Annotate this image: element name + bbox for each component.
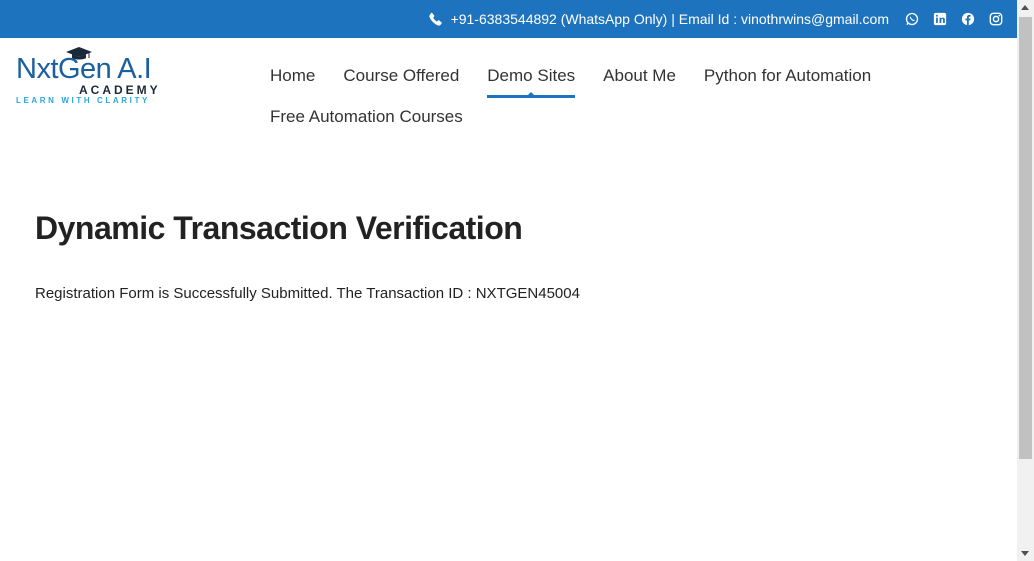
site-logo[interactable]: NxtGen A.I ACADEMY LEARN WITH CLARITY xyxy=(16,47,176,106)
page-title: Dynamic Transaction Verification xyxy=(35,210,523,246)
scroll-down-arrow[interactable] xyxy=(1021,551,1029,556)
social-links xyxy=(905,12,1003,26)
vertical-scrollbar[interactable] xyxy=(1017,0,1034,561)
nav-item-python-for-automation[interactable]: Python for Automation xyxy=(690,58,885,93)
nav-item-demo-sites[interactable]: Demo Sites xyxy=(473,58,589,98)
phone-icon xyxy=(428,12,443,26)
contact-info: +91-6383544892 (WhatsApp Only) | Email I… xyxy=(450,11,889,27)
nav-item-home[interactable]: Home xyxy=(256,58,329,93)
whatsapp-icon[interactable] xyxy=(905,12,919,26)
confirmation-message: Registration Form is Successfully Submit… xyxy=(35,285,580,302)
nav-item-about-me[interactable]: About Me xyxy=(589,58,690,93)
top-contact-bar: +91-6383544892 (WhatsApp Only) | Email I… xyxy=(0,0,1017,38)
logo-tagline: LEARN WITH CLARITY xyxy=(16,96,150,105)
facebook-icon[interactable] xyxy=(961,12,975,26)
logo-academy: ACADEMY xyxy=(79,83,161,97)
instagram-icon[interactable] xyxy=(989,12,1003,26)
scrollbar-thumb[interactable] xyxy=(1019,17,1032,459)
scroll-up-arrow[interactable] xyxy=(1021,5,1029,10)
nav-item-free-automation-courses[interactable]: Free Automation Courses xyxy=(256,99,477,134)
main-nav: Home Course Offered Demo Sites About Me … xyxy=(256,58,936,134)
nav-item-course-offered[interactable]: Course Offered xyxy=(329,58,473,93)
logo-brand: NxtGen A.I xyxy=(16,53,152,85)
linkedin-icon[interactable] xyxy=(933,12,947,26)
